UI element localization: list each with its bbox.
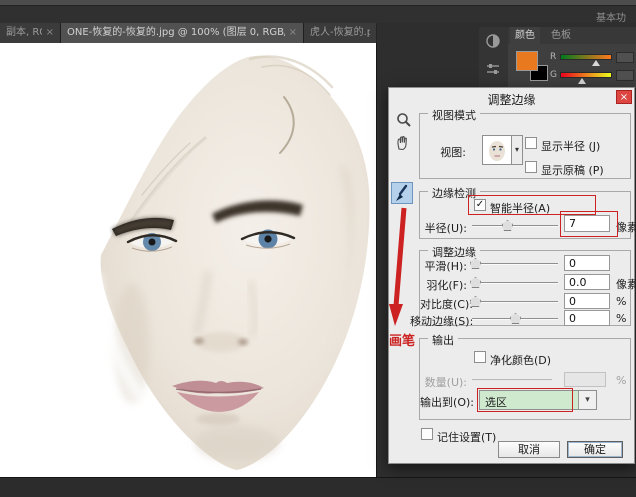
document-tab[interactable]: 虎人-恢复的.psd @ 6( xyxy=(304,23,376,43)
view-thumbnail-face xyxy=(483,136,511,164)
red-channel-label: R xyxy=(550,52,556,62)
tab-color[interactable]: 颜色 xyxy=(510,27,540,44)
document-tab[interactable]: 副本, RGB/8#) * × xyxy=(0,23,61,43)
amount-value-box-disabled xyxy=(564,372,606,387)
view-dropdown-arrow[interactable]: ▾ xyxy=(512,135,523,165)
view-thumbnail-button[interactable] xyxy=(482,135,512,165)
amount-unit: % xyxy=(616,374,626,387)
document-tab-bar: 副本, RGB/8#) * × ONE-恢复的-恢复的.jpg @ 100% (… xyxy=(0,23,377,43)
smooth-input[interactable] xyxy=(564,255,610,271)
color-panel-tabs: 颜色 色板 xyxy=(508,27,636,44)
red-channel-slider[interactable] xyxy=(560,54,612,60)
remember-settings-checkbox[interactable] xyxy=(421,428,433,440)
workspace-switcher[interactable]: 基本功 xyxy=(596,9,626,24)
green-value-box[interactable] xyxy=(616,70,634,81)
radius-slider-thumb[interactable] xyxy=(502,220,513,231)
shift-edge-slider[interactable] xyxy=(472,318,558,320)
shift-edge-slider-thumb[interactable] xyxy=(510,313,521,324)
amount-label: 数量(U): xyxy=(420,374,467,390)
refine-radius-brush-button[interactable] xyxy=(391,182,413,204)
options-bar: 基本功 xyxy=(0,6,636,23)
close-icon[interactable]: × xyxy=(46,23,54,43)
radius-unit: 像素 xyxy=(616,219,636,235)
shift-edge-unit: % xyxy=(616,312,626,325)
red-value-box[interactable] xyxy=(616,52,634,63)
styles-panel-icon[interactable] xyxy=(485,61,501,77)
edge-detection-group: 边缘检测 ✓ 智能半径(A) 半径(U): 像素 xyxy=(419,191,631,239)
adjust-edge-group: 调整边缘 平滑(H): 羽化(F): 像素 对比度(C): % 移动边缘(S): xyxy=(419,250,631,326)
amount-slider-disabled xyxy=(472,379,552,381)
chevron-down-icon[interactable]: ▾ xyxy=(578,391,596,409)
ok-button[interactable]: 确定 xyxy=(567,441,623,458)
feather-unit: 像素 xyxy=(616,276,636,292)
smooth-slider[interactable] xyxy=(472,263,558,265)
radius-label: 半径(U): xyxy=(420,220,467,236)
contrast-slider[interactable] xyxy=(472,301,558,303)
contrast-label: 对比度(C): xyxy=(420,296,467,312)
adjustments-panel-icon[interactable] xyxy=(485,33,501,49)
brush-icon xyxy=(392,183,412,203)
output-group: 输出 净化颜色(D) 数量(U): % 输出到(O): 选区 ▾ xyxy=(419,338,631,420)
dialog-title: 调整边缘 xyxy=(389,91,634,108)
document-tab-active[interactable]: ONE-恢复的-恢复的.jpg @ 100% (图层 0, RGB/8#) * … xyxy=(61,23,304,43)
refine-edge-dialog: 调整边缘 × 画笔 视图模式 视图: xyxy=(388,87,635,464)
view-mode-group: 视图模式 视图: ▾ 显示半径 (J) 显示原稿 (P) xyxy=(419,113,631,179)
cancel-button[interactable]: 取消 xyxy=(498,441,560,458)
view-label: 视图: xyxy=(434,144,466,160)
contrast-unit: % xyxy=(616,295,626,308)
annotation-box-output-to xyxy=(477,388,573,412)
green-channel-slider[interactable] xyxy=(560,72,612,78)
output-to-label: 输出到(O): xyxy=(406,394,474,410)
collapsed-panel-column xyxy=(479,27,508,88)
photoshop-window: 基本功 副本, RGB/8#) * × ONE-恢复的-恢复的.jpg @ 10… xyxy=(0,0,636,497)
red-slider-thumb[interactable] xyxy=(592,60,600,66)
annotation-brush-note: 画笔 xyxy=(389,330,415,349)
smooth-label: 平滑(H): xyxy=(420,258,467,274)
show-original-checkbox[interactable] xyxy=(525,161,537,173)
feather-slider[interactable] xyxy=(472,282,558,284)
close-icon[interactable]: × xyxy=(289,23,297,43)
decontaminate-checkbox[interactable] xyxy=(474,351,486,363)
close-icon[interactable]: × xyxy=(616,90,632,104)
feather-slider-thumb[interactable] xyxy=(470,277,481,288)
radius-slider[interactable] xyxy=(472,225,558,227)
decontaminate-label: 净化颜色(D) xyxy=(490,352,551,368)
hand-tool-icon[interactable] xyxy=(394,134,412,151)
feather-label: 羽化(F): xyxy=(420,277,467,293)
green-channel-label: G xyxy=(550,70,557,80)
annotation-arrow xyxy=(389,206,411,330)
remember-settings-label: 记住设置(T) xyxy=(437,429,496,445)
foreground-color-swatch[interactable] xyxy=(516,51,538,71)
status-bar xyxy=(0,477,636,497)
feather-input[interactable] xyxy=(564,274,610,290)
portrait-image xyxy=(0,43,377,477)
shift-edge-label: 移动边缘(S): xyxy=(410,313,467,329)
shift-edge-input[interactable] xyxy=(564,310,610,326)
zoom-tool-icon[interactable] xyxy=(396,112,412,128)
document-canvas[interactable] xyxy=(0,43,377,477)
show-original-label: 显示原稿 (P) xyxy=(541,162,604,178)
show-radius-label: 显示半径 (J) xyxy=(541,138,600,154)
contrast-input[interactable] xyxy=(564,293,610,309)
show-radius-checkbox[interactable] xyxy=(525,137,537,149)
tab-swatches[interactable]: 色板 xyxy=(546,27,576,44)
annotation-box-radius-value xyxy=(560,211,618,237)
green-slider-thumb[interactable] xyxy=(578,78,586,84)
